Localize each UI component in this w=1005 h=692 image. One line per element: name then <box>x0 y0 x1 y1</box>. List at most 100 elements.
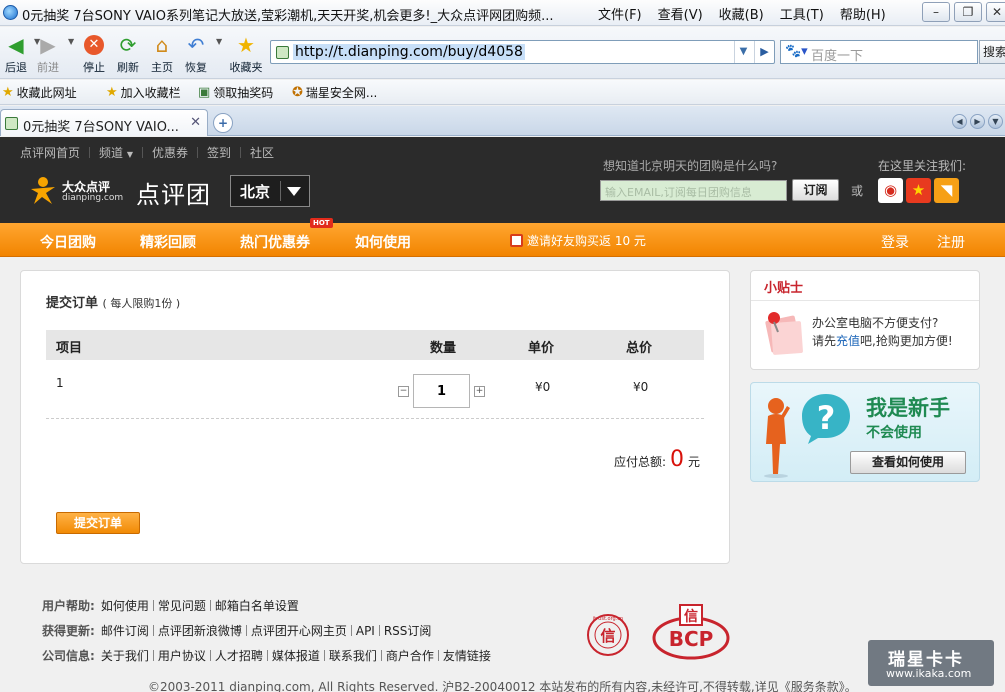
favorites-button[interactable]: ★ 收藏夹 <box>226 33 266 75</box>
tab-scroll-right-icon[interactable]: ▶ <box>970 114 985 129</box>
forward-button[interactable]: ▶ 前进 <box>30 33 66 75</box>
register-link[interactable]: 注册 <box>937 232 965 252</box>
footer-link[interactable]: 友情链接 <box>443 647 491 664</box>
tips-line-2: 请先充值吧,抢购更加方便! <box>812 332 953 349</box>
footer-link[interactable]: API <box>356 624 375 638</box>
menu-help[interactable]: 帮助(H) <box>832 4 894 23</box>
itrust-seal-icon[interactable]: 信 itrust.org.cn <box>585 612 631 658</box>
minimize-button[interactable]: – <box>922 2 950 22</box>
how-to-use-button[interactable]: 查看如何使用 <box>850 451 966 474</box>
close-window-button[interactable]: ✕ <box>986 2 1005 22</box>
invite-link[interactable]: 邀请好友购买返 10 元 <box>510 232 646 249</box>
city-selector[interactable]: 北京 <box>230 175 310 207</box>
footer-link[interactable]: RSS订阅 <box>384 622 432 639</box>
quantity-input[interactable] <box>413 374 470 408</box>
header-unit: 单价 <box>528 341 555 356</box>
footer-link[interactable]: 关于我们 <box>101 647 149 664</box>
dianping-logo-icon[interactable] <box>28 175 58 205</box>
window-title: 0元抽奖 7台SONY VAIO系列笔记大放送,莹彩潮机,天天开奖,机会更多!_… <box>22 9 554 24</box>
menu-tools[interactable]: 工具(T) <box>772 4 832 23</box>
tips-title: 小贴士 <box>764 281 804 296</box>
order-title: 提交订单 ( 每人限购1份 ) <box>46 292 180 311</box>
footer-link[interactable]: 如何使用 <box>101 597 149 614</box>
tab-bar: 0元抽奖 7台SONY VAIO... ✕ + ◀ ▶ ▼ <box>0 106 1005 136</box>
restore-button[interactable]: ↶ 恢复 <box>178 33 214 75</box>
fav-item-bookmark[interactable]: ★ 收藏此网址 <box>2 84 77 101</box>
go-icon[interactable]: ▶ <box>754 41 774 63</box>
recharge-link[interactable]: 充值 <box>836 334 860 348</box>
search-box[interactable]: 🐾▾ 百度一下 <box>780 40 978 64</box>
footer-link[interactable]: 商户合作 <box>386 647 434 664</box>
address-bar[interactable]: http://t.dianping.com/buy/d4058 ▼ ▶ <box>270 40 775 64</box>
top-nav: 点评网首页 频道 ▼ 优惠券 签到 社区 <box>20 144 274 161</box>
forward-dropdown-icon[interactable]: ▼ <box>68 37 74 46</box>
menu-file[interactable]: 文件(F) <box>590 4 650 23</box>
footer-link[interactable]: 人才招聘 <box>215 647 263 664</box>
restore-label: 恢复 <box>185 61 207 74</box>
hot-badge: HOT <box>310 218 333 228</box>
bcp-seal-icon[interactable]: 信 BCP <box>650 604 732 660</box>
rss-icon[interactable]: ◥ <box>934 178 959 203</box>
row-total: ¥0 <box>633 380 649 394</box>
order-title-text: 提交订单 <box>46 296 99 311</box>
footer-link[interactable]: 媒体报道 <box>272 647 320 664</box>
new-tab-button[interactable]: + <box>213 113 233 133</box>
tab-scroll-left-icon[interactable]: ◀ <box>952 114 967 129</box>
address-url[interactable]: http://t.dianping.com/buy/d4058 <box>293 44 525 60</box>
svg-text:?: ? <box>817 399 836 437</box>
fav-item-lottery[interactable]: ▣ 领取抽奖码 <box>198 84 273 101</box>
weibo-icon[interactable]: ◉ <box>878 178 903 203</box>
fav-item-add-bar[interactable]: ★ 加入收藏栏 <box>106 84 181 101</box>
footer-link[interactable]: 用户协议 <box>158 647 206 664</box>
address-dropdown-icon[interactable]: ▼ <box>734 41 752 63</box>
logo-subtext: dianping.com <box>62 193 124 203</box>
topnav-coupons[interactable]: 优惠券 <box>152 144 188 161</box>
tab-title: 0元抽奖 7台SONY VAIO... <box>23 120 179 135</box>
decrease-button[interactable]: − <box>398 385 409 397</box>
close-tab-icon[interactable]: ✕ <box>190 115 201 130</box>
footer-link[interactable]: 邮件订阅 <box>101 622 149 639</box>
tab-active[interactable]: 0元抽奖 7台SONY VAIO... ✕ <box>0 109 208 136</box>
subscribe-button[interactable]: 订阅 <box>792 179 839 201</box>
home-button[interactable]: ⌂ 主页 <box>144 33 180 75</box>
nav-hot-coupons[interactable]: 热门优惠券 <box>240 232 310 252</box>
svg-text:itrust.org.cn: itrust.org.cn <box>593 616 623 622</box>
email-field[interactable]: 输入EMAIL,订阅每日团购信息 <box>600 180 787 201</box>
refresh-button[interactable]: ⟳ 刷新 <box>110 33 146 75</box>
menu-view[interactable]: 查看(V) <box>650 4 711 23</box>
back-arrow-icon: ◀ <box>8 33 24 57</box>
refresh-icon: ⟳ <box>119 33 137 57</box>
topnav-community[interactable]: 社区 <box>250 144 274 161</box>
submit-order-button[interactable]: 提交订单 <box>56 512 140 534</box>
nav-today[interactable]: 今日团购 <box>40 232 96 252</box>
footer-link[interactable]: 邮箱白名单设置 <box>215 597 299 614</box>
fav-item-rising[interactable]: ✪ 瑞星安全网... <box>292 84 377 101</box>
fav-item-label: 加入收藏栏 <box>120 86 181 100</box>
topnav-channel[interactable]: 频道 ▼ <box>99 144 133 161</box>
maximize-button[interactable]: ❐ <box>954 2 982 22</box>
topnav-checkin[interactable]: 签到 <box>207 144 231 161</box>
nav-review[interactable]: 精彩回顾 <box>140 232 196 252</box>
kaixin-star-icon[interactable]: ★ <box>906 178 931 203</box>
increase-button[interactable]: + <box>474 385 485 397</box>
restore-dropdown-icon[interactable]: ▼ <box>216 37 222 46</box>
baidu-paw-icon[interactable]: 🐾▾ <box>785 44 808 59</box>
footer-link[interactable]: 联系我们 <box>329 647 377 664</box>
tab-list-icon[interactable]: ▼ <box>988 114 1003 129</box>
invite-label: 邀请好友购买返 10 元 <box>527 234 646 248</box>
footer-link[interactable]: 点评团开心网主页 <box>251 622 347 639</box>
login-link[interactable]: 登录 <box>881 232 909 252</box>
topnav-channel-label: 频道 <box>99 146 124 160</box>
order-table-header: 项目 数量 单价 总价 <box>46 330 704 360</box>
footer-link[interactable]: 常见问题 <box>158 597 206 614</box>
newbie-subtitle: 不会使用 <box>866 425 922 441</box>
topnav-home[interactable]: 点评网首页 <box>20 144 80 161</box>
menu-favorites[interactable]: 收藏(B) <box>711 4 772 23</box>
back-button[interactable]: ◀ 后退 <box>0 33 34 75</box>
search-button[interactable]: 搜索 <box>979 40 1005 64</box>
nav-how-to-use[interactable]: 如何使用 <box>355 232 411 252</box>
home-icon: ⌂ <box>155 33 169 57</box>
footer-link[interactable]: 点评团新浪微博 <box>158 622 242 639</box>
stop-button[interactable]: ✕ 停止 <box>76 33 112 75</box>
pay-total: 应付总额: 0 元 <box>614 447 700 472</box>
